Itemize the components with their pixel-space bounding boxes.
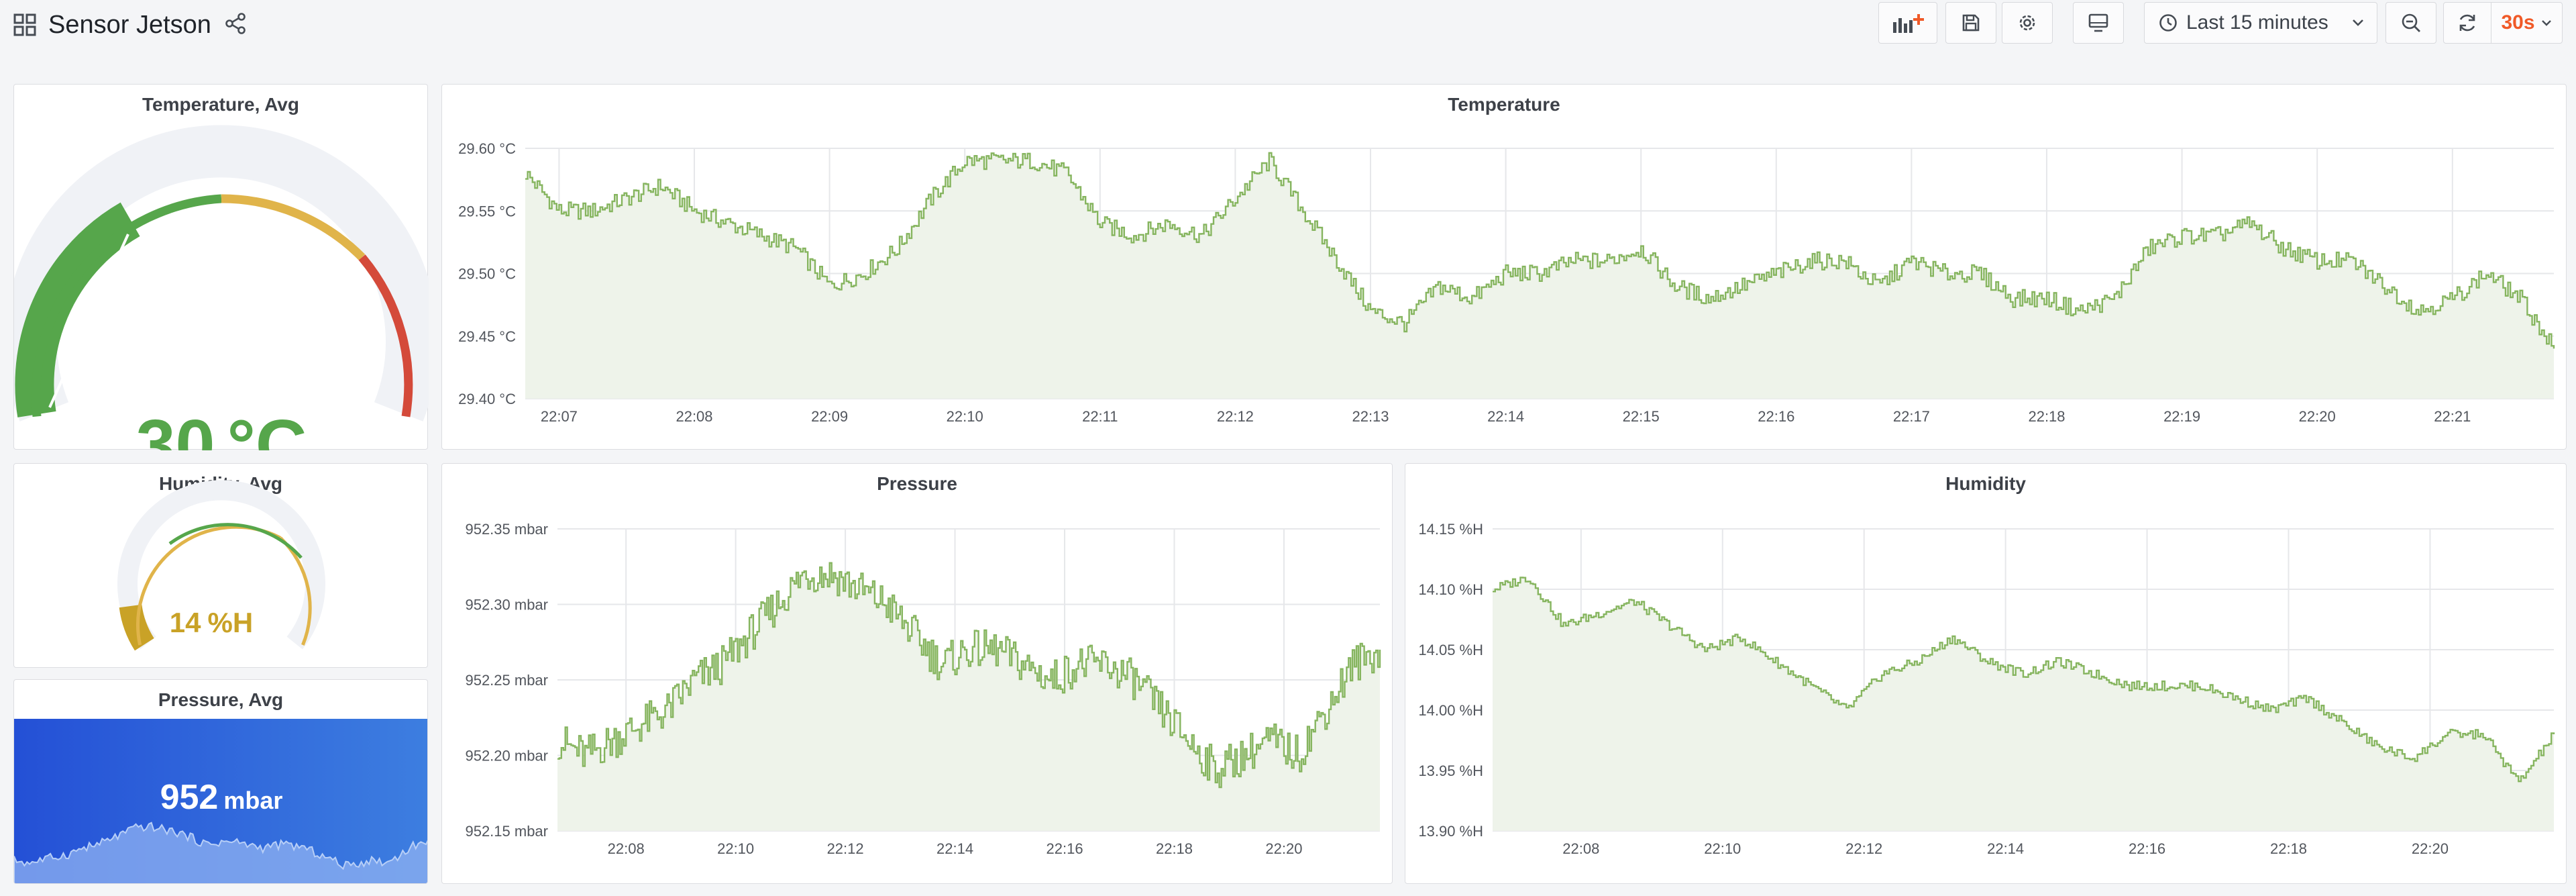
x-tick-label: 22:12 xyxy=(1217,408,1254,425)
x-tick-label: 22:12 xyxy=(1845,840,1882,857)
temperature-gauge: 30 °C xyxy=(14,125,429,450)
y-tick-label: 952.30 mbar xyxy=(465,597,548,613)
tv-mode-icon xyxy=(2088,13,2109,33)
refresh-interval-picker[interactable]: 30s xyxy=(2491,2,2563,44)
humidity-avg-panel: Humidity, Avg 14 %H xyxy=(13,463,428,668)
x-tick-label: 22:16 xyxy=(1758,408,1794,425)
dashboard-title[interactable]: Sensor Jetson xyxy=(48,11,211,40)
save-icon xyxy=(1961,13,1981,33)
x-tick-label: 22:10 xyxy=(1704,840,1741,857)
x-tick-label: 22:09 xyxy=(811,408,848,425)
time-range-picker[interactable]: Last 15 minutes xyxy=(2144,2,2377,44)
y-tick-label: 29.60 °C xyxy=(458,140,516,157)
refresh-button[interactable] xyxy=(2443,2,2491,44)
x-tick-label: 22:08 xyxy=(608,840,645,857)
x-tick-label: 22:20 xyxy=(1265,840,1302,857)
dashboard-grid-icon[interactable] xyxy=(13,13,36,36)
dashboard-settings-button[interactable] xyxy=(2002,2,2053,44)
share-icon[interactable] xyxy=(223,11,248,39)
y-tick-label: 952.25 mbar xyxy=(465,672,548,689)
clock-icon xyxy=(2158,13,2178,33)
x-tick-label: 22:11 xyxy=(1082,408,1118,425)
x-tick-label: 22:12 xyxy=(827,840,864,857)
add-panel-icon xyxy=(1890,11,1925,34)
top-navbar: Sensor Jetson Last 15 minutes 30s xyxy=(0,0,2576,74)
y-tick-label: 13.95 %H xyxy=(1418,762,1483,779)
humidity-graph-panel: Humidity 14.15 %H 14.10 %H 14.05 %H 14.00 %… xyxy=(1405,463,2567,884)
pressure-stat-background: 952 mbar xyxy=(14,719,427,883)
x-tick-label: 22:16 xyxy=(1046,840,1083,857)
x-tick-label: 22:07 xyxy=(541,408,578,425)
x-tick-label: 22:18 xyxy=(2270,840,2307,857)
x-tick-label: 22:08 xyxy=(676,408,712,425)
dashboard-title-area: Sensor Jetson xyxy=(13,8,248,42)
x-tick-label: 22:15 xyxy=(1623,408,1660,425)
humidity-chart: 14.15 %H 14.10 %H 14.05 %H 14.00 %H 13.95 %H… xyxy=(1418,521,2555,857)
temperature-graph-panel: Temperature 29.60 °C 29.55 °C 29.50 °C 29.4… xyxy=(441,84,2567,450)
y-tick-label: 14.00 %H xyxy=(1418,702,1483,719)
x-tick-label: 22:14 xyxy=(1987,840,2024,857)
tv-mode-button[interactable] xyxy=(2073,2,2124,44)
chevron-down-icon xyxy=(2351,18,2365,28)
temperature-value: 30 °C xyxy=(136,405,307,450)
x-tick-label: 22:13 xyxy=(1352,408,1389,425)
x-tick-label: 22:18 xyxy=(2028,408,2065,425)
save-dashboard-button[interactable] xyxy=(1945,2,1996,44)
x-tick-label: 22:16 xyxy=(2129,840,2165,857)
pressure-graph-panel: Pressure 952.35 mbar 952.30 mbar 952.25 mb… xyxy=(441,463,1393,884)
temperature-chart: 29.60 °C 29.55 °C 29.50 °C 29.45 °C 29.40 °C… xyxy=(458,140,2555,425)
y-tick-label: 14.15 %H xyxy=(1418,521,1483,538)
y-tick-label: 29.45 °C xyxy=(458,328,516,345)
humidity-value: 14 %H xyxy=(170,607,253,638)
y-tick-label: 952.35 mbar xyxy=(465,521,548,538)
x-tick-label: 22:10 xyxy=(717,840,754,857)
x-tick-label: 22:21 xyxy=(2434,408,2471,425)
zoom-out-icon xyxy=(2400,12,2422,34)
pressure-avg-panel: Pressure, Avg 952 mbar xyxy=(13,679,428,884)
add-panel-button[interactable] xyxy=(1878,2,1937,44)
y-tick-label: 29.55 °C xyxy=(458,203,516,219)
x-tick-label: 22:20 xyxy=(2412,840,2449,857)
x-tick-label: 22:14 xyxy=(1487,408,1524,425)
x-tick-label: 22:14 xyxy=(936,840,973,857)
x-tick-label: 22:10 xyxy=(947,408,983,425)
y-tick-label: 952.20 mbar xyxy=(465,748,548,764)
y-tick-label: 14.10 %H xyxy=(1418,581,1483,598)
settings-icon xyxy=(2017,12,2038,34)
temperature-avg-panel: Temperature, Avg 30 °C xyxy=(13,84,429,450)
refresh-interval-value: 30s xyxy=(2501,11,2535,34)
x-tick-label: 22:17 xyxy=(1893,408,1930,425)
x-tick-label: 22:18 xyxy=(1156,840,1193,857)
chevron-down-icon xyxy=(2540,19,2553,27)
humidity-gauge: 14 %H xyxy=(117,480,325,651)
y-tick-label: 952.15 mbar xyxy=(465,823,548,840)
y-tick-label: 29.40 °C xyxy=(458,391,516,407)
y-tick-label: 13.90 %H xyxy=(1418,823,1483,840)
zoom-out-button[interactable] xyxy=(2385,2,2436,44)
time-range-label: Last 15 minutes xyxy=(2186,11,2328,34)
x-tick-label: 22:20 xyxy=(2299,408,2336,425)
x-tick-label: 22:08 xyxy=(1562,840,1599,857)
y-tick-label: 14.05 %H xyxy=(1418,642,1483,658)
x-tick-label: 22:19 xyxy=(2163,408,2200,425)
y-tick-label: 29.50 °C xyxy=(458,266,516,283)
pressure-chart: 952.35 mbar 952.30 mbar 952.25 mbar 952.20 … xyxy=(465,521,1381,857)
refresh-icon xyxy=(2457,12,2478,34)
